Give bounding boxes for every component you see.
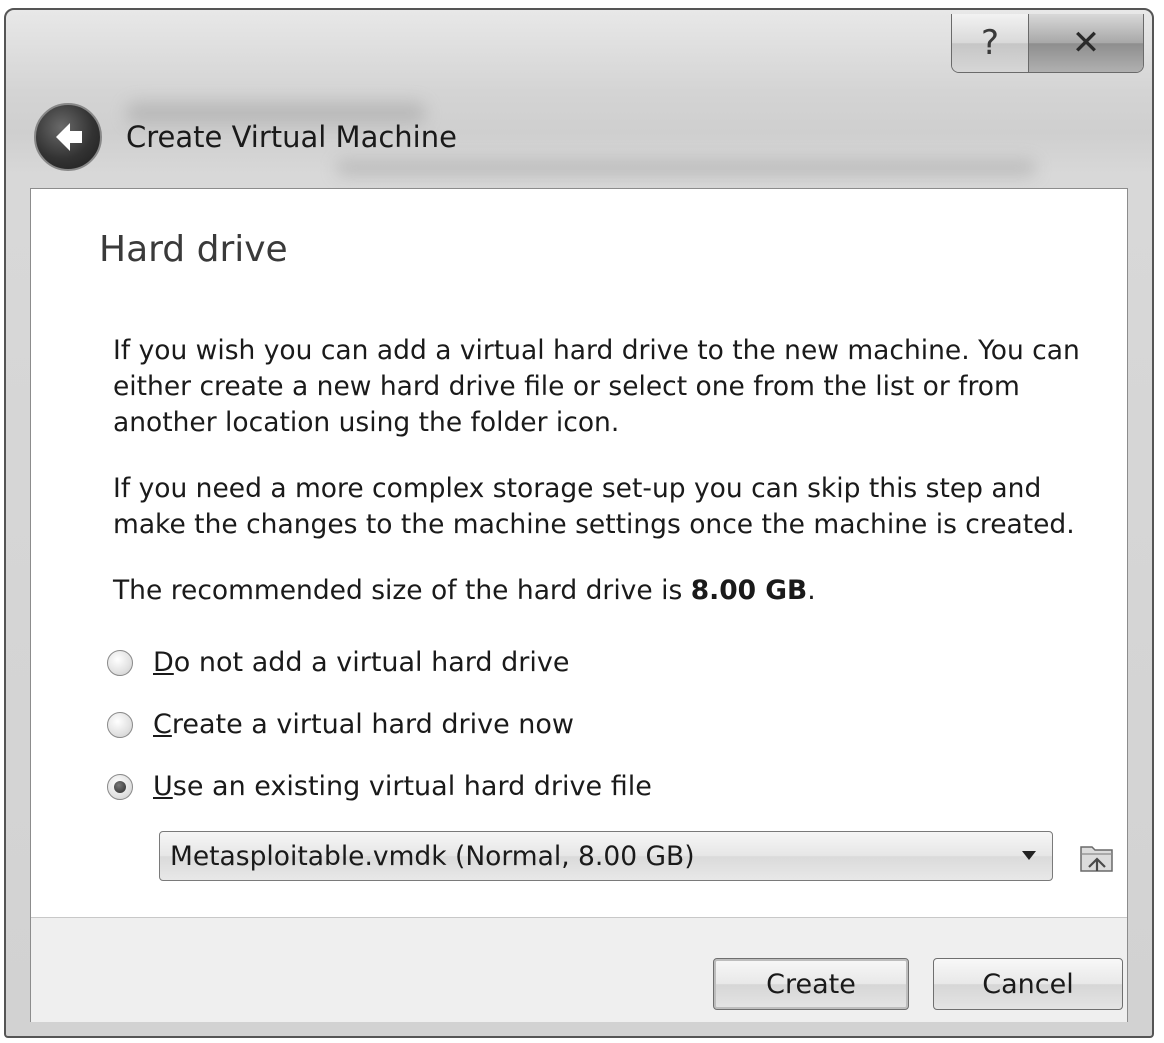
option-no-disk[interactable]: Do not add a virtual hard drive <box>107 647 569 678</box>
recommended-size-value: 8.00 GB <box>690 575 808 606</box>
back-button[interactable] <box>34 103 102 171</box>
close-button[interactable]: ✕ <box>1029 14 1143 72</box>
dialog-window: ? ✕ Create Virtual Machine Hard drive If… <box>4 8 1154 1038</box>
recommended-size-text: The recommended size of the hard drive i… <box>113 573 1113 609</box>
chevron-down-icon <box>1022 851 1036 860</box>
caption-buttons: ? ✕ <box>951 14 1144 73</box>
storage-paragraph: If you need a more complex storage set-u… <box>113 473 1075 540</box>
radio-selected-dot <box>114 780 126 793</box>
wizard-page: Hard drive If you wish you can add a vir… <box>30 188 1128 1022</box>
recommended-suffix: . <box>807 575 816 606</box>
option-existing-disk[interactable]: Use an existing virtual hard drive file <box>107 771 652 802</box>
radio-no-disk[interactable] <box>107 649 133 676</box>
help-icon: ? <box>980 23 1000 63</box>
wizard-header: Create Virtual Machine <box>34 102 457 172</box>
back-arrow-icon <box>56 123 82 151</box>
radio-create-disk[interactable] <box>107 711 133 738</box>
radio-existing-disk[interactable] <box>107 773 133 800</box>
button-bar: Create Cancel <box>31 918 1127 1022</box>
option-existing-disk-label: Use an existing virtual hard drive file <box>153 771 652 802</box>
folder-icon <box>1080 846 1113 872</box>
option-create-disk-label: Create a virtual hard drive now <box>153 709 574 740</box>
option-create-disk[interactable]: Create a virtual hard drive now <box>107 709 574 740</box>
existing-disk-select[interactable]: Metasploitable.vmdk (Normal, 8.00 GB) <box>159 831 1053 881</box>
existing-disk-value: Metasploitable.vmdk (Normal, 8.00 GB) <box>170 840 695 872</box>
close-icon: ✕ <box>1071 23 1101 63</box>
page-title: Hard drive <box>99 229 288 270</box>
cancel-button[interactable]: Cancel <box>933 958 1123 1010</box>
option-no-disk-label: Do not add a virtual hard drive <box>153 647 570 678</box>
choose-disk-file-button[interactable] <box>1077 837 1117 877</box>
intro-paragraph: If you wish you can add a virtual hard d… <box>113 335 1080 438</box>
recommended-prefix: The recommended size of the hard drive i… <box>113 575 691 606</box>
window-title: Create Virtual Machine <box>126 120 457 154</box>
help-button[interactable]: ? <box>952 14 1029 72</box>
create-button[interactable]: Create <box>713 958 909 1010</box>
